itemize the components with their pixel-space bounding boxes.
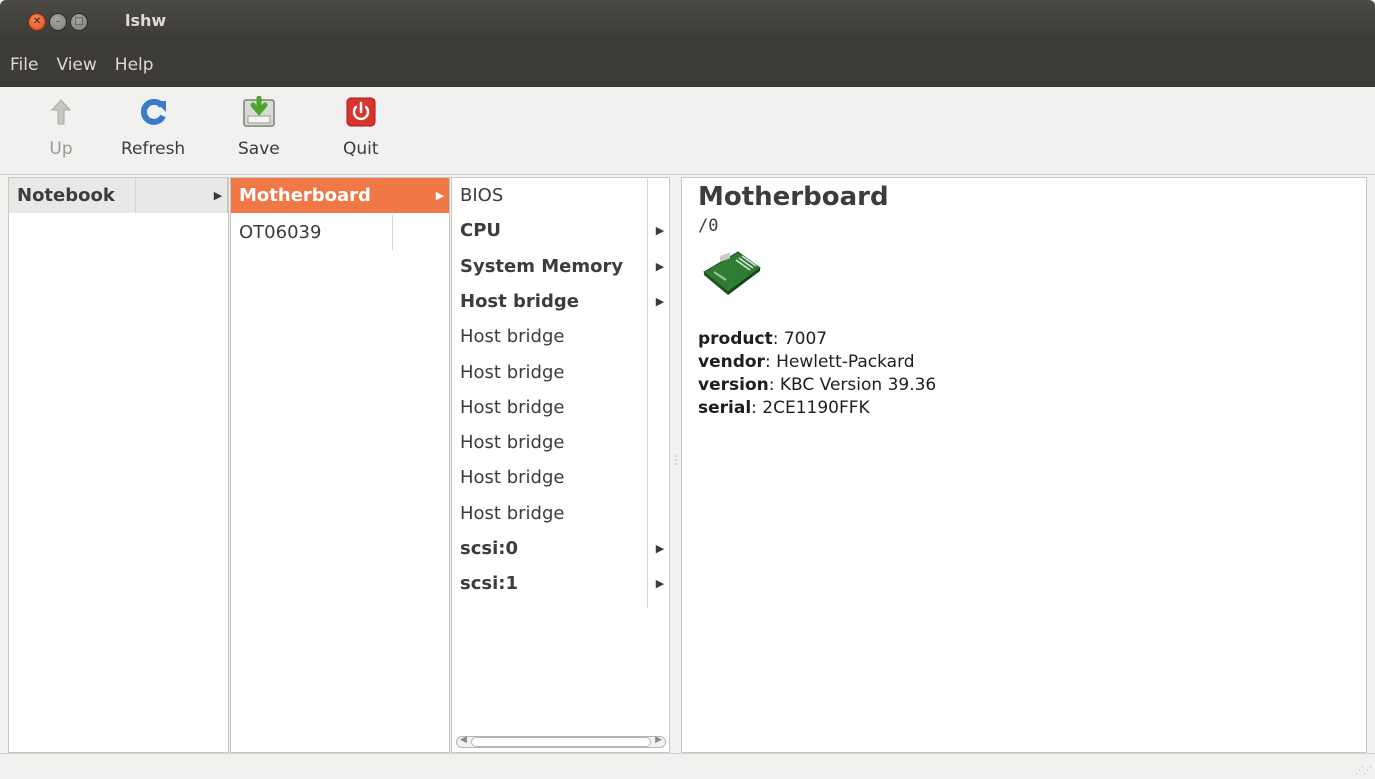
column-divider: [135, 178, 136, 213]
detail-path: /0: [698, 216, 719, 236]
resize-grip-icon[interactable]: ⋰⋰: [1355, 766, 1372, 776]
list-item[interactable]: scsi:0 ▶: [452, 531, 669, 566]
minimize-icon[interactable]: –: [49, 13, 67, 31]
refresh-button[interactable]: Refresh: [121, 95, 185, 159]
column-divider: [647, 178, 648, 608]
chevron-right-icon: ▶: [435, 189, 445, 202]
list-item[interactable]: Host bridge: [452, 390, 669, 425]
chevron-right-icon: ▶: [655, 294, 665, 308]
property-value: : 2CE1190FFK: [751, 398, 870, 418]
list-item-label: Notebook: [17, 185, 115, 206]
property-key: product: [698, 329, 773, 349]
property-value: : 7007: [772, 329, 828, 349]
chevron-right-icon: ▶: [655, 259, 665, 273]
title-bar: ✕ – □ lshw: [0, 0, 1375, 42]
status-bar: ⋰⋰: [0, 753, 1375, 779]
scroll-left-icon[interactable]: ◀: [460, 735, 467, 745]
pane-splitter-grip[interactable]: ---: [674, 452, 678, 470]
list-item[interactable]: Host bridge: [452, 355, 669, 390]
list-item-label: CPU: [460, 220, 502, 242]
property-list: product: 7007 vendor: Hewlett-Packard ve…: [698, 328, 936, 420]
menu-view[interactable]: View: [48, 55, 104, 75]
menu-bar: File View Help: [0, 42, 1375, 87]
column-motherboard-children[interactable]: BIOS CPU ▶ System Memory ▶ Host bridge ▶ Host b…: [451, 177, 670, 753]
list-item[interactable]: Host bridge ▶: [452, 284, 669, 319]
list-item-label: Host bridge: [460, 361, 565, 383]
property-key: vendor: [698, 352, 765, 372]
list-item-label: scsi:0: [460, 538, 518, 559]
list-item-notebook[interactable]: Notebook ▶: [9, 178, 228, 213]
list-item-label: OT06039: [239, 222, 322, 243]
list-item-label: Host bridge: [460, 326, 565, 348]
detail-title: Motherboard: [698, 182, 889, 212]
property-value: : KBC Version 39.36: [768, 375, 937, 395]
refresh-label: Refresh: [121, 139, 186, 159]
up-label: Up: [49, 139, 73, 159]
scroll-right-icon[interactable]: ▶: [655, 735, 662, 745]
list-item[interactable]: Host bridge: [452, 319, 669, 354]
power-icon: [344, 95, 378, 129]
list-item-label: Host bridge: [460, 502, 565, 524]
quit-button[interactable]: Quit: [343, 95, 379, 159]
list-item[interactable]: System Memory ▶: [452, 249, 669, 284]
list-item-label: BIOS: [460, 185, 504, 206]
list-item[interactable]: Host bridge: [452, 496, 669, 531]
list-item-motherboard[interactable]: Motherboard ▶: [231, 178, 449, 213]
save-label: Save: [238, 139, 280, 159]
save-button[interactable]: Save: [238, 95, 280, 159]
arrow-up-icon: [44, 95, 78, 129]
chevron-right-icon: ▶: [655, 577, 665, 591]
up-button[interactable]: Up: [44, 95, 78, 159]
save-icon: [242, 95, 276, 129]
property-key: serial: [698, 398, 752, 418]
list-item[interactable]: CPU ▶: [452, 213, 669, 248]
list-item-label: System Memory: [460, 255, 624, 277]
property-row: version: KBC Version 39.36: [698, 374, 936, 397]
list-item-label: Host bridge: [460, 396, 565, 418]
property-row: vendor: Hewlett-Packard: [698, 351, 936, 374]
window-title: lshw: [125, 11, 167, 30]
list-item-label: scsi:1: [460, 573, 518, 595]
list-item-ot06039[interactable]: OT06039: [231, 215, 393, 250]
quit-label: Quit: [343, 139, 379, 159]
list-item-label: Host bridge: [460, 432, 565, 454]
list-item[interactable]: Host bridge: [452, 460, 669, 495]
property-key: version: [698, 375, 769, 395]
refresh-icon: [136, 95, 170, 129]
chevron-right-icon: ▶: [213, 189, 223, 202]
scrollbar-thumb[interactable]: [471, 737, 651, 747]
list-item-label: Host bridge: [460, 467, 565, 489]
menu-help[interactable]: Help: [107, 55, 162, 75]
motherboard-icon: [698, 246, 764, 300]
list-item[interactable]: scsi:1 ▶: [452, 566, 669, 601]
column-root[interactable]: Notebook ▶: [8, 177, 229, 753]
list-item[interactable]: BIOS: [452, 178, 669, 213]
list-item-label: Host bridge: [460, 290, 579, 312]
close-icon[interactable]: ✕: [28, 13, 46, 31]
detail-pane: Motherboard /0 product: 7007 vendor: Hew…: [681, 177, 1367, 753]
list-item[interactable]: Host bridge: [452, 425, 669, 460]
horizontal-scrollbar[interactable]: ◀ ▶: [456, 735, 666, 748]
menu-file[interactable]: File: [2, 55, 46, 75]
property-row: serial: 2CE1190FFK: [698, 397, 936, 420]
chevron-right-icon: ▶: [655, 542, 665, 555]
maximize-icon[interactable]: □: [70, 13, 88, 31]
column-system[interactable]: Motherboard ▶ OT06039: [230, 177, 450, 753]
toolbar: Up Refresh Save Quit: [0, 87, 1375, 175]
property-row: product: 7007: [698, 328, 936, 351]
list-item-label: Motherboard: [239, 185, 371, 206]
chevron-right-icon: ▶: [655, 224, 665, 238]
property-value: : Hewlett-Packard: [764, 352, 915, 372]
